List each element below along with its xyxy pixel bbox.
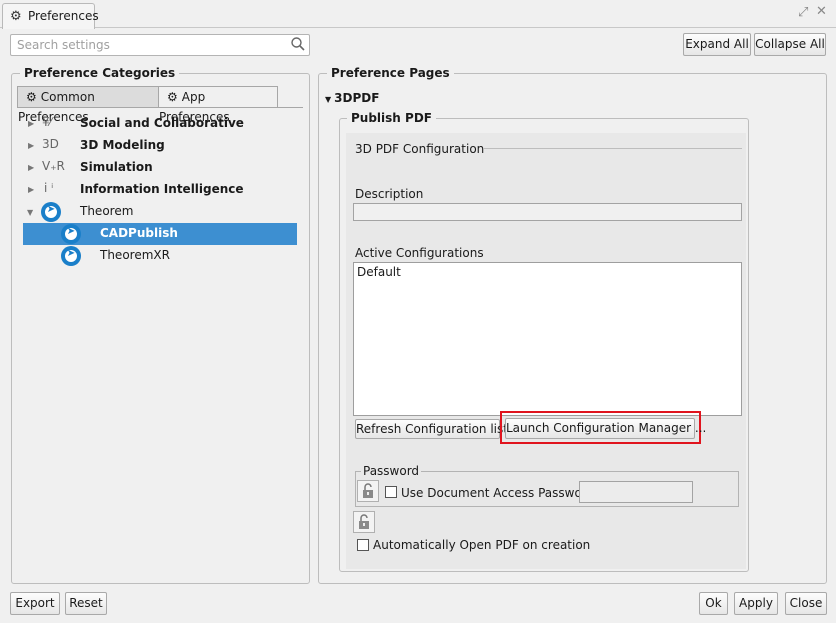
description-label: Description: [355, 187, 424, 201]
tree-item-label: CADPublish: [100, 226, 178, 240]
preferences-tab[interactable]: ⚙ Preferences: [2, 3, 99, 29]
password-field[interactable]: [579, 481, 693, 503]
auto-open-label: Automatically Open PDF on creation: [373, 538, 591, 552]
description-field[interactable]: [353, 203, 742, 221]
tree-item-label: Information Intelligence: [80, 182, 244, 196]
tab-divider: [17, 107, 303, 108]
export-button[interactable]: Export: [10, 592, 60, 615]
tree-item-label: Simulation: [80, 160, 153, 174]
chevron-right-icon[interactable]: ▶: [28, 185, 34, 194]
apply-button[interactable]: Apply: [734, 592, 778, 615]
close-button[interactable]: Close: [785, 592, 827, 615]
chevron-down-icon[interactable]: ▼: [27, 208, 33, 217]
3d-modeling-icon: 3D: [42, 137, 59, 151]
window-title: Preferences: [28, 9, 99, 23]
search-input[interactable]: [11, 35, 281, 55]
tree-item-cadpublish[interactable]: ➤ CADPublish: [23, 223, 297, 245]
lock-icon: [363, 483, 373, 498]
collapse-all-button[interactable]: Collapse All: [754, 33, 826, 56]
theoremxr-icon: ➤: [61, 246, 81, 266]
info-intelligence-icon: i ⁱ: [44, 181, 54, 195]
config-title: 3D PDF Configuration: [355, 142, 485, 156]
list-item[interactable]: Default: [354, 263, 741, 281]
expand-all-button[interactable]: Expand All: [683, 33, 751, 56]
chevron-down-icon[interactable]: ▼: [325, 95, 331, 104]
tree-item-theorem[interactable]: ▼ ➤ Theorem: [24, 201, 296, 223]
section-3dpdf[interactable]: ▼ 3DPDF: [325, 91, 379, 105]
tree-item-social[interactable]: ▶ ¥⁄ Social and Collaborative: [24, 113, 296, 135]
search-box[interactable]: [10, 34, 310, 56]
lock-button-secondary[interactable]: [353, 511, 375, 533]
chevron-right-icon[interactable]: ▶: [28, 119, 34, 128]
categories-title: Preference Categories: [20, 66, 180, 80]
lock-icon: [359, 514, 369, 529]
tree-item-information-intelligence[interactable]: ▶ i ⁱ Information Intelligence: [24, 179, 296, 201]
section-label: 3DPDF: [334, 91, 380, 105]
active-configurations-list[interactable]: Default: [353, 262, 742, 416]
theorem-icon: ➤: [41, 202, 61, 222]
auto-open-checkbox[interactable]: [357, 539, 369, 551]
lock-button[interactable]: [357, 480, 379, 502]
launch-configuration-manager-button[interactable]: Launch Configuration Manager ...: [505, 418, 706, 439]
reset-button[interactable]: Reset: [65, 592, 107, 615]
cadpublish-icon: ➤: [61, 224, 81, 244]
tree-item-3d-modeling[interactable]: ▶ 3D 3D Modeling: [24, 135, 296, 157]
close-icon[interactable]: ✕: [816, 4, 827, 19]
simulation-icon: V₊R: [42, 159, 65, 173]
tab-common-preferences[interactable]: ⚙ Common Preferences: [17, 86, 159, 124]
tree-item-theoremxr[interactable]: ➤ TheoremXR: [23, 245, 297, 267]
config-separator: [483, 148, 742, 149]
chevron-right-icon[interactable]: ▶: [28, 163, 34, 172]
chevron-right-icon[interactable]: ▶: [28, 141, 34, 150]
tree-item-label: 3D Modeling: [80, 138, 165, 152]
password-title: Password: [361, 464, 422, 478]
use-password-label: Use Document Access Password: [401, 486, 595, 500]
tree-item-label: Social and Collaborative: [80, 116, 244, 130]
pages-title: Preference Pages: [327, 66, 454, 80]
expand-icon[interactable]: ⤢: [798, 5, 808, 20]
tab-app-preferences[interactable]: ⚙ App Preferences: [158, 86, 278, 124]
refresh-configuration-button[interactable]: Refresh Configuration list: [355, 419, 508, 439]
search-icon[interactable]: [290, 36, 306, 55]
active-configurations-label: Active Configurations: [355, 246, 484, 260]
window-tabstrip: [0, 0, 836, 28]
gear-icon: ⚙: [167, 90, 178, 104]
use-password-checkbox[interactable]: [385, 486, 397, 498]
gear-icon: ⚙: [10, 9, 22, 24]
tree-item-label: TheoremXR: [100, 248, 170, 262]
social-icon: ¥⁄: [42, 115, 52, 129]
ok-button[interactable]: Ok: [699, 592, 728, 615]
publish-pdf-title: Publish PDF: [347, 111, 436, 125]
gear-icon: ⚙: [26, 90, 37, 104]
tree-item-simulation[interactable]: ▶ V₊R Simulation: [24, 157, 296, 179]
tree-item-label: Theorem: [80, 204, 134, 218]
